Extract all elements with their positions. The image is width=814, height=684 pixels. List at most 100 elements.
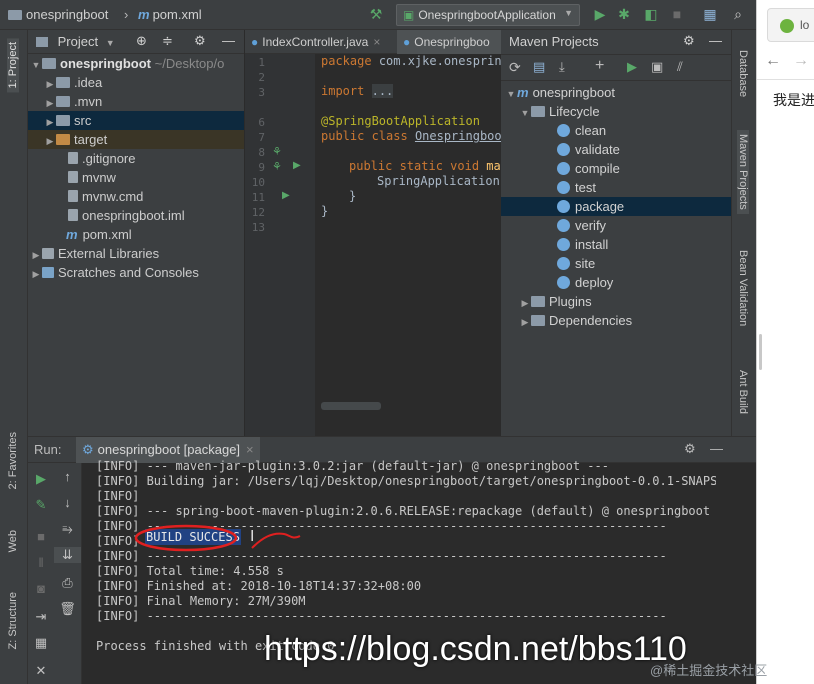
line-number: 3: [258, 86, 265, 99]
maven-phase-install[interactable]: install: [501, 235, 731, 254]
arrow-down-icon[interactable]: ↓: [54, 495, 81, 510]
tree-item-mvnw-cmd[interactable]: mvnw.cmd: [28, 187, 244, 206]
maven-phase-verify[interactable]: verify: [501, 216, 731, 235]
build-hammer-icon[interactable]: ⚒: [368, 6, 384, 22]
tool-tab-project[interactable]: 1: Project: [7, 38, 19, 93]
tool-tab-web[interactable]: Web: [7, 530, 19, 552]
tool-tab-favorites[interactable]: 2: Favorites: [7, 432, 19, 489]
tree-item-external-libraries[interactable]: ▶ External Libraries: [28, 244, 244, 263]
spring-leaf-icon: [780, 19, 794, 33]
tab-onespringboot[interactable]: ● Onespringboo: [397, 30, 501, 54]
stop-icon[interactable]: ■: [28, 529, 54, 544]
maven-phase-package[interactable]: package: [501, 197, 731, 216]
soft-wrap-icon[interactable]: ⥱: [54, 521, 81, 537]
tree-item-src[interactable]: ▶ src: [28, 111, 244, 130]
tab-indexcontroller[interactable]: ● IndexController.java ×: [245, 30, 395, 54]
horizontal-scrollbar[interactable]: [321, 402, 381, 410]
maven-dependencies[interactable]: ▶ Dependencies: [501, 311, 731, 330]
console-line: [INFO] ---------------------------------…: [96, 609, 667, 623]
tool-tab-ant-build[interactable]: Ant Build: [737, 370, 749, 414]
gear-icon[interactable]: ⚙: [684, 441, 696, 457]
hide-panel-icon[interactable]: —: [709, 33, 722, 48]
generate-sources-icon[interactable]: ▤: [533, 59, 545, 75]
add-icon[interactable]: +: [595, 57, 604, 75]
maven-phase-validate[interactable]: validate: [501, 140, 731, 159]
close-icon[interactable]: ×: [246, 442, 254, 457]
download-icon[interactable]: ⤓: [559, 59, 565, 75]
tree-item-iml[interactable]: onespringboot.iml: [28, 206, 244, 225]
tree-item-pom[interactable]: m pom.xml: [28, 225, 244, 244]
rerun-icon[interactable]: ▶: [28, 471, 54, 487]
reimport-icon[interactable]: ⟳: [509, 59, 521, 76]
gear-icon: ⚙: [82, 442, 94, 457]
trash-icon[interactable]: 🗑: [54, 601, 81, 617]
run-icon[interactable]: ▶: [627, 59, 637, 75]
spring-bean-icon[interactable]: ⚘: [272, 145, 282, 158]
export-icon[interactable]: ⇥: [28, 609, 54, 625]
coverage-icon[interactable]: ◧: [643, 6, 659, 22]
back-arrow-icon[interactable]: ←: [765, 52, 781, 70]
run-gutter-icon[interactable]: ▶: [282, 190, 290, 201]
arrow-up-icon[interactable]: ↑: [54, 469, 81, 484]
scroll-from-source-icon[interactable]: ⊕: [136, 33, 147, 49]
tool-tab-bean-validation[interactable]: Bean Validation: [737, 250, 749, 326]
settings-icon[interactable]: ✎: [28, 497, 54, 513]
search-icon[interactable]: ⌕: [730, 6, 746, 22]
line-number: 7: [258, 131, 265, 144]
run-gutter-icon[interactable]: ▶: [293, 160, 301, 171]
maven-lifecycle[interactable]: ▼ Lifecycle: [501, 102, 731, 121]
tool-tab-structure[interactable]: Z: Structure: [7, 592, 19, 649]
forward-arrow-icon[interactable]: →: [793, 52, 809, 70]
breadcrumb-project[interactable]: onespringboot: [8, 7, 108, 22]
execute-goal-icon[interactable]: ▣: [651, 59, 663, 75]
stop-icon[interactable]: ■: [669, 6, 685, 22]
layout-icon[interactable]: ▦: [28, 635, 54, 651]
tool-tab-maven-projects[interactable]: Maven Projects: [737, 130, 749, 214]
tree-item-target[interactable]: ▶ target: [28, 130, 244, 149]
project-structure-icon[interactable]: ▦: [702, 6, 718, 22]
toggle-offline-icon[interactable]: ⫽: [677, 59, 683, 75]
scroll-to-end-icon[interactable]: ⇊: [54, 547, 81, 563]
maven-plugins[interactable]: ▶ Plugins: [501, 292, 731, 311]
console-line: [INFO] --- maven-jar-plugin:3.0.2:jar (d…: [96, 459, 609, 473]
gear-icon[interactable]: ⚙: [683, 33, 695, 49]
maven-panel-header: Maven Projects ⚙ —: [501, 30, 731, 55]
maven-phase-site[interactable]: site: [501, 254, 731, 273]
camera-icon[interactable]: ◙: [28, 581, 54, 596]
browser-tab[interactable]: lo: [767, 8, 814, 42]
maven-phase-clean[interactable]: clean: [501, 121, 731, 140]
tree-item-mvnw[interactable]: mvnw: [28, 168, 244, 187]
folded-imports[interactable]: ...: [371, 84, 394, 98]
hide-panel-icon[interactable]: —: [222, 33, 235, 48]
annotation-squiggle: [251, 532, 301, 549]
hide-panel-icon[interactable]: —: [710, 441, 723, 456]
tree-item-root[interactable]: ▼ onespringboot ~/Desktop/o: [28, 54, 244, 73]
run-icon[interactable]: ▶: [592, 6, 608, 22]
print-icon[interactable]: ⎙: [54, 575, 81, 591]
maven-phase-compile[interactable]: compile: [501, 159, 731, 178]
chevron-down-icon[interactable]: ▼: [106, 38, 115, 48]
debug-icon[interactable]: ✱: [616, 6, 632, 22]
maven-phase-test[interactable]: test: [501, 178, 731, 197]
chevron-right-icon: ▶: [46, 79, 54, 89]
tree-item-scratches[interactable]: ▶ Scratches and Consoles: [28, 263, 244, 282]
tool-tab-database[interactable]: Database: [737, 50, 749, 97]
pause-icon[interactable]: ‖: [28, 555, 54, 570]
browser-scrollbar[interactable]: [759, 334, 762, 370]
breadcrumb-file[interactable]: m pom.xml: [138, 7, 202, 22]
maven-file-icon: m: [66, 227, 78, 242]
tree-item-mvn[interactable]: ▶ .mvn: [28, 92, 244, 111]
run-config-select[interactable]: ▣ OnespringbootApplication ▼: [396, 4, 580, 26]
tree-item-gitignore[interactable]: .gitignore: [28, 149, 244, 168]
tree-item-idea[interactable]: ▶ .idea: [28, 73, 244, 92]
collapse-all-icon[interactable]: ≑: [162, 33, 173, 49]
folder-icon: [531, 315, 545, 326]
pin-icon[interactable]: ✕: [28, 663, 54, 679]
gear-icon[interactable]: ⚙: [194, 33, 206, 49]
spring-bean-icon[interactable]: ⚘: [272, 160, 282, 173]
close-icon[interactable]: ×: [373, 35, 380, 49]
maven-phase-deploy[interactable]: deploy: [501, 273, 731, 292]
folder-icon: [42, 58, 56, 69]
project-view-select[interactable]: Project: [58, 34, 98, 49]
maven-root[interactable]: ▼ m onespringboot: [501, 83, 731, 102]
